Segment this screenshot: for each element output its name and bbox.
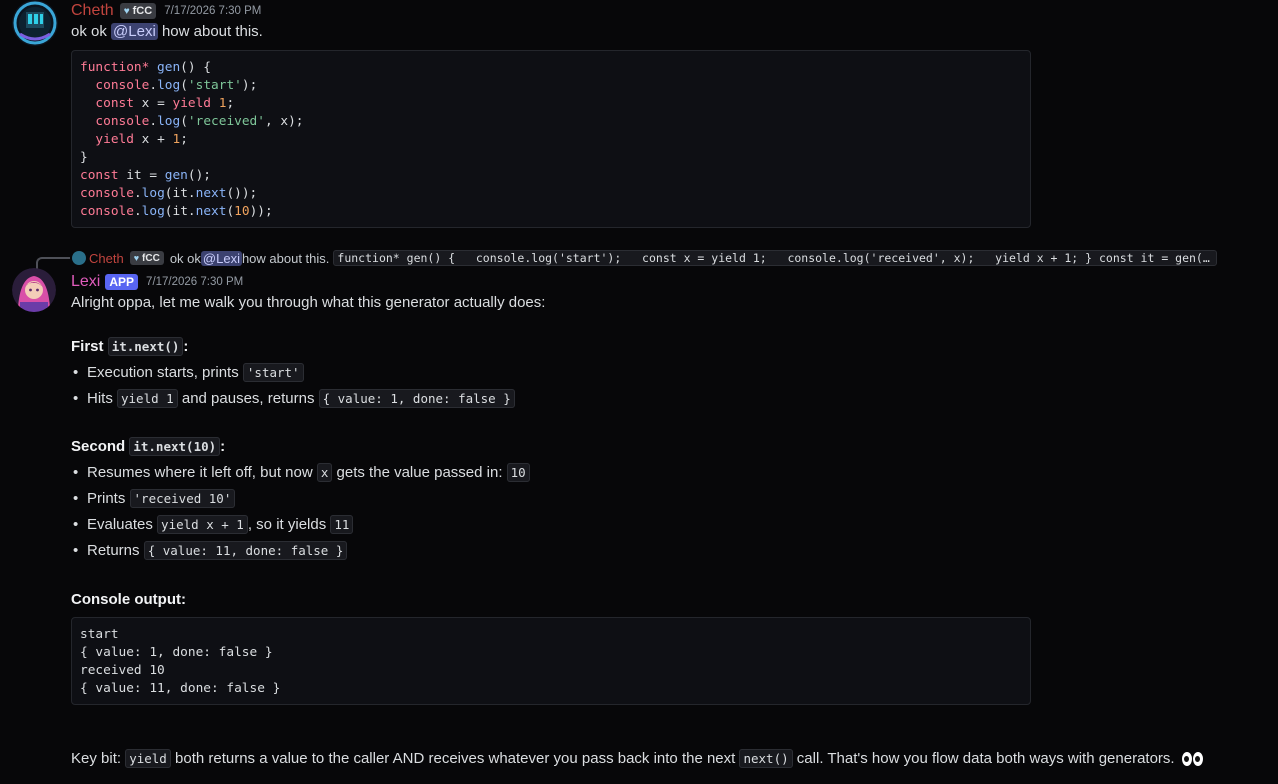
reply-mention: @Lexi (200, 250, 242, 266)
reply-preview[interactable]: Cheth ♥ fCC ok ok @Lexi how about this. … (72, 250, 1238, 266)
inline-code: 'received 10' (129, 489, 236, 508)
code-line: const x = yield 1; (95, 96, 235, 111)
code-line: console.log('start'); (95, 78, 258, 93)
section-heading-console: Console output: (71, 591, 186, 608)
intro-text: Alright oppa, let me walk you through wh… (71, 294, 546, 311)
avatar-lexi[interactable] (12, 268, 56, 312)
code-line: } (80, 150, 88, 165)
list-item: Prints 'received 10' (73, 489, 236, 509)
server-tag-label: fCC (132, 5, 153, 17)
username[interactable]: Cheth (71, 2, 114, 20)
list-item: Hits yield 1 and pauses, returns { value… (73, 389, 515, 409)
code-line: console.log(it.next(10)); (80, 204, 273, 219)
username[interactable]: Lexi (71, 273, 100, 291)
section-heading-first: First it.next(): (71, 337, 189, 356)
server-tag[interactable]: ♥ fCC (119, 3, 157, 19)
timestamp: 7/17/2026 7:30 PM (164, 5, 262, 17)
message-header: Lexi APP 7/17/2026 7:30 PM (71, 273, 243, 291)
inline-code: 'start' (242, 363, 304, 382)
reply-code-snippet: function* gen() { console.log('start'); … (333, 250, 1218, 266)
list-item: Returns { value: 11, done: false } (73, 541, 348, 561)
code-line: const it = gen(); (80, 168, 212, 183)
eyes-emoji-icon (1181, 752, 1203, 767)
inline-code: next() (739, 749, 793, 768)
message-header: Cheth ♥ fCC 7/17/2026 7:30 PM (71, 2, 261, 20)
section-heading-second: Second it.next(10): (71, 437, 226, 456)
message-text: ok ok @Lexi how about this. (71, 23, 263, 40)
reply-connector (36, 257, 70, 269)
inline-code: x (316, 463, 333, 482)
code-line: function* gen() { (80, 60, 211, 75)
code-line: console.log('received', x); (95, 114, 304, 129)
inline-code: 10 (506, 463, 530, 482)
reply-author[interactable]: Cheth (89, 251, 124, 266)
inline-code: it.next(10) (129, 437, 221, 456)
avatar-cheth[interactable] (12, 0, 58, 46)
avatar-small-icon (72, 251, 86, 265)
user-mention[interactable]: @Lexi (111, 23, 158, 40)
inline-code: it.next() (107, 337, 184, 356)
console-output-block: start { value: 1, done: false } received… (71, 617, 1031, 705)
inline-code: { value: 11, done: false } (143, 541, 348, 560)
app-badge: APP (105, 274, 139, 290)
code-line: yield x + 1; (95, 132, 188, 147)
list-item: Execution starts, prints 'start' (73, 363, 304, 383)
key-bit-text: Key bit: yield both returns a value to t… (71, 749, 1203, 769)
code-block: function* gen() { console.log('start'); … (71, 50, 1031, 228)
inline-code: 11 (330, 515, 354, 534)
inline-code: { value: 1, done: false } (318, 389, 515, 408)
reply-server-tag: ♥ fCC (129, 251, 164, 265)
timestamp: 7/17/2026 7:30 PM (146, 276, 244, 288)
list-item: Resumes where it left off, but now x get… (73, 463, 530, 483)
list-item: Evaluates yield x + 1, so it yields 11 (73, 515, 354, 535)
code-line: console.log(it.next()); (80, 186, 258, 201)
inline-code: yield 1 (117, 389, 178, 408)
heart-icon: ♥ (133, 253, 140, 263)
inline-code: yield (125, 749, 171, 768)
heart-icon: ♥ (123, 5, 130, 17)
inline-code: yield x + 1 (157, 515, 248, 534)
